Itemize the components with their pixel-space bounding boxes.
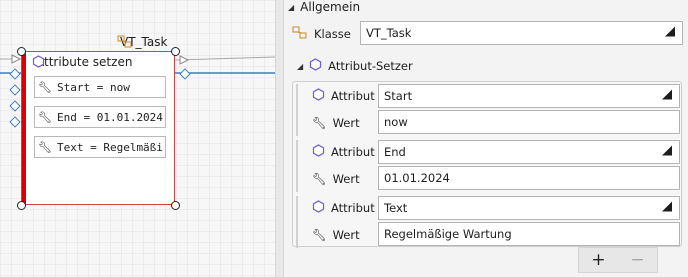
wrench-icon: 🔧︎ — [38, 140, 52, 154]
attribute-select[interactable]: Text — [378, 196, 680, 220]
outgoing-arrow-icon — [179, 55, 190, 65]
wrench-icon: 🔧︎ — [312, 228, 327, 242]
attribute-label: Attribut — [331, 145, 375, 159]
attribute-label: Attribut — [331, 201, 375, 215]
attribute-label: Attribut — [331, 89, 375, 103]
attribute-row-label: Attribut — [312, 87, 375, 105]
attribute-value: Text — [384, 201, 408, 215]
resize-handle-bottom-left[interactable] — [17, 201, 26, 210]
resize-handle-top-right[interactable] — [171, 47, 180, 56]
resize-handle-top-left[interactable] — [17, 47, 26, 56]
node-item-start[interactable]: 🔧︎ Start = now — [34, 76, 166, 98]
attribute-setter-icon — [309, 58, 322, 74]
wrench-icon: 🔧︎ — [38, 80, 52, 94]
set-attributes-node[interactable]: Attribute setzen 🔧︎ Start = now 🔧︎ End =… — [21, 51, 175, 205]
remove-button[interactable]: − — [630, 251, 644, 269]
attribute-setter-icon — [312, 88, 325, 104]
outgoing-connector-line — [174, 56, 275, 61]
group-title: Attribut-Setzer — [328, 59, 413, 73]
value-label: Wert — [332, 228, 360, 242]
collapse-triangle-icon: ◢ — [288, 2, 295, 12]
node-item-text: End = 01.01.2024 — [56, 110, 163, 124]
section-header-allgemein[interactable]: ◢ Allgemein — [288, 0, 360, 14]
value-text: 01.01.2024 — [384, 171, 450, 185]
attribute-row-label: Attribut — [312, 143, 375, 161]
resize-handle-bottom-right[interactable] — [171, 201, 180, 210]
dropdown-arrow-icon[interactable] — [661, 145, 673, 160]
node-item-end[interactable]: 🔧︎ End = 01.01.2024 — [34, 106, 166, 128]
diagram-canvas[interactable]: VT_Task Attribute setzen 🔧︎ Start = now … — [0, 0, 275, 277]
value-text: now — [384, 115, 408, 129]
value-row-label: 🔧︎ Wert — [312, 114, 360, 132]
attribute-select[interactable]: Start — [378, 84, 680, 108]
value-input[interactable]: now — [378, 110, 680, 134]
node-title-text: Attribute setzen — [36, 55, 133, 69]
group-header-attribute-setter[interactable]: ◢ Attribut-Setzer — [297, 57, 413, 75]
value-row-label: 🔧︎ Wert — [312, 226, 360, 244]
class-label: Klasse — [314, 27, 351, 41]
list-button-bar: + − — [578, 247, 658, 273]
value-label: Wert — [332, 172, 360, 186]
incoming-arrow-icon — [11, 54, 22, 64]
class-value: VT_Task — [366, 26, 412, 40]
value-input[interactable]: 01.01.2024 — [378, 166, 680, 190]
node-item-text: Text = Regelmäßi — [56, 140, 163, 154]
task-label: VT_Task — [117, 35, 167, 49]
attribute-value: End — [384, 145, 406, 159]
class-select[interactable]: VT_Task — [360, 21, 683, 45]
value-text: Regelmäßige Wartung — [384, 227, 512, 241]
dropdown-arrow-icon[interactable] — [661, 201, 673, 216]
value-input[interactable]: Regelmäßige Wartung — [378, 222, 680, 246]
class-row-label: Klasse — [292, 25, 351, 43]
wrench-icon: 🔧︎ — [38, 110, 52, 124]
attribute-row-label: Attribut — [312, 199, 375, 217]
attribute-setter-icon — [312, 144, 325, 160]
node-title: Attribute setzen — [32, 55, 132, 69]
wrench-icon: 🔧︎ — [312, 172, 327, 186]
node-item-text: Start = now — [56, 80, 130, 94]
add-button[interactable]: + — [591, 251, 605, 269]
panel-splitter[interactable] — [275, 0, 284, 277]
node-item-text[interactable]: 🔧︎ Text = Regelmäßi — [34, 136, 166, 158]
dropdown-arrow-icon[interactable] — [664, 26, 676, 41]
wrench-icon: 🔧︎ — [312, 116, 327, 130]
section-title: Allgemein — [300, 0, 361, 14]
attribute-value: Start — [384, 89, 413, 103]
attribute-setter-icon — [312, 200, 325, 216]
attribute-select[interactable]: End — [378, 140, 680, 164]
value-row-label: 🔧︎ Wert — [312, 170, 360, 188]
value-label: Wert — [332, 116, 360, 130]
dropdown-arrow-icon[interactable] — [661, 89, 673, 104]
collapse-triangle-icon: ◢ — [297, 61, 304, 71]
node-selection-bar — [22, 52, 26, 204]
class-icon — [292, 26, 308, 43]
